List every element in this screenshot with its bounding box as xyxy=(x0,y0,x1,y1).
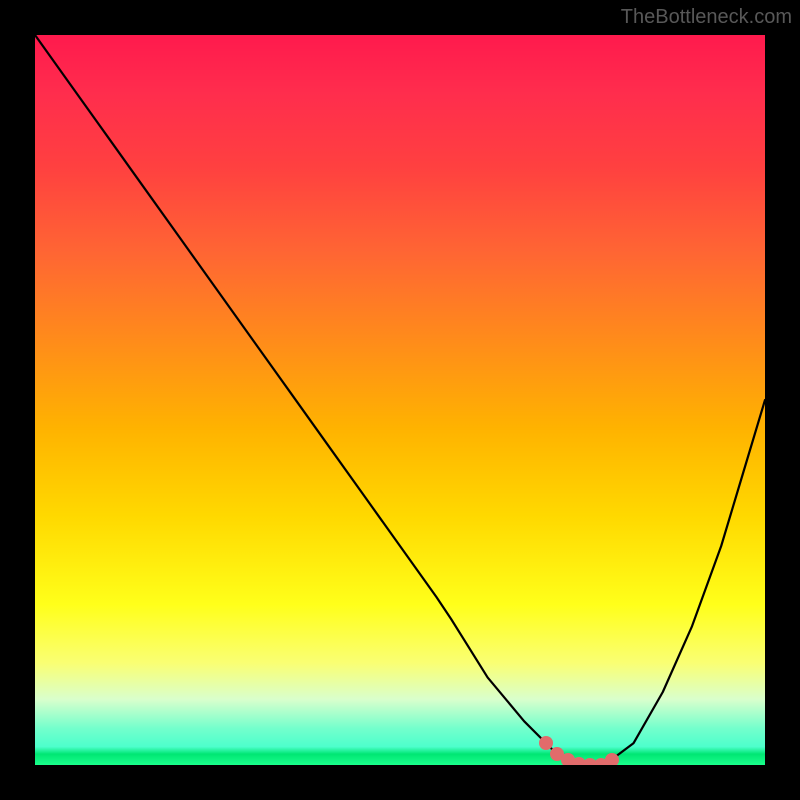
bottleneck-curve xyxy=(35,35,765,765)
bottleneck-chart xyxy=(35,35,765,765)
watermark: TheBottleneck.com xyxy=(621,6,792,29)
